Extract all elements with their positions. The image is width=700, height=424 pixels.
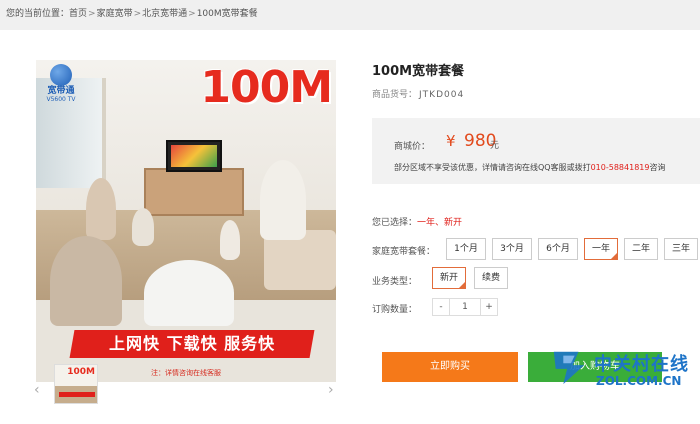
breadcrumb-beijing-broadband[interactable]: 北京宽带通 (142, 9, 187, 19)
breadcrumb-sep: > (88, 9, 96, 19)
selection-value: 一年、新开 (417, 218, 463, 228)
image-tv-cabinet (144, 168, 244, 216)
selection-summary: 您已选择：一年、新开 (372, 215, 462, 228)
zol-logo-icon (553, 351, 585, 385)
price-note-suffix: 咨询 (649, 163, 666, 172)
image-person (260, 160, 306, 240)
product-title: 100M宽带套餐 (372, 64, 465, 79)
price-note-text: 部分区域不享受该优惠，详情请咨询在线QQ客服或拨打 (394, 163, 591, 172)
quantity-decrease-button[interactable]: - (432, 298, 450, 316)
price-label: 商城价： (394, 142, 431, 152)
product-thumbnail[interactable]: 100M (54, 364, 98, 404)
breadcrumb-sep: > (133, 9, 142, 19)
product-image: 宽带通 V5600 TV 100M 上网快 下载快 服务快 注：详情咨询在线客服 (36, 60, 336, 382)
image-person (50, 236, 122, 326)
quantity-increase-button[interactable]: + (480, 298, 498, 316)
image-tv (166, 140, 222, 172)
package-option-3-years[interactable]: 三年 (664, 238, 698, 260)
breadcrumb-prefix: 您的当前位置： (6, 9, 70, 19)
image-speed-text: 100M (200, 62, 333, 113)
thumbnail-next-arrow-icon[interactable]: › (328, 382, 334, 398)
breadcrumb-sep: > (188, 9, 196, 19)
image-person (132, 208, 154, 246)
price-unit: 元 (490, 141, 500, 151)
package-option-1-month[interactable]: 1个月 (446, 238, 486, 260)
image-person (86, 178, 116, 240)
package-option-1-year[interactable]: 一年 (584, 238, 618, 260)
breadcrumb-current[interactable]: 100M宽带套餐 (197, 9, 258, 19)
sku-value: JTKD004 (419, 90, 465, 100)
hotline-number: 010-58841819 (590, 163, 650, 172)
image-person (220, 220, 240, 260)
service-option-new[interactable]: 新开 (432, 267, 466, 289)
brand-logo: 宽带通 V5600 TV (42, 64, 80, 112)
thumbnail-banner (59, 392, 95, 397)
thumbnail-speed: 100M (67, 367, 95, 377)
image-slogan-banner: 上网快 下载快 服务快 (69, 330, 315, 358)
globe-icon (50, 64, 72, 86)
package-option-3-months[interactable]: 3个月 (492, 238, 532, 260)
image-person (144, 260, 234, 326)
price-box: 商城价： ¥ 980 元 部分区域不享受该优惠，详情请咨询在线QQ客服或拨打01… (372, 118, 700, 184)
package-label: 家庭宽带套餐： (372, 247, 436, 257)
quantity-input[interactable]: 1 (449, 298, 481, 316)
thumbnail-prev-arrow-icon[interactable]: ‹ (34, 382, 40, 398)
selection-label: 您已选择： (372, 218, 418, 228)
breadcrumb-home[interactable]: 首页 (69, 9, 87, 19)
image-tv-screen (171, 145, 217, 167)
breadcrumb: 您的当前位置：首页>家庭宽带>北京宽带通>100M宽带套餐 (6, 6, 258, 19)
breadcrumb-home-broadband[interactable]: 家庭宽带 (97, 9, 133, 19)
package-option-6-months[interactable]: 6个月 (538, 238, 578, 260)
zol-watermark: 中关村在线 ZOL.COM.CN (546, 346, 696, 416)
brand-logo-name: 宽带通 (47, 86, 75, 96)
product-sku: 商品货号： JTKD004 (372, 87, 464, 100)
brand-logo-tag: V5600 TV (46, 96, 76, 103)
service-option-renew[interactable]: 续费 (474, 267, 508, 289)
buy-now-button[interactable]: 立即购买 (382, 352, 518, 382)
package-option-2-years[interactable]: 二年 (624, 238, 658, 260)
service-type-label: 业务类型： (372, 277, 418, 287)
currency-symbol: ¥ (446, 132, 456, 150)
watermark-cn: 中关村在线 (594, 354, 689, 375)
price-note: 部分区域不享受该优惠，详情请咨询在线QQ客服或拨打010-58841819咨询 (394, 162, 665, 173)
image-slogan: 上网快 下载快 服务快 (108, 334, 276, 353)
sku-label: 商品货号： (372, 90, 418, 100)
quantity-label: 订购数量： (372, 305, 418, 315)
watermark-en: ZOL.COM.CN (596, 374, 682, 388)
